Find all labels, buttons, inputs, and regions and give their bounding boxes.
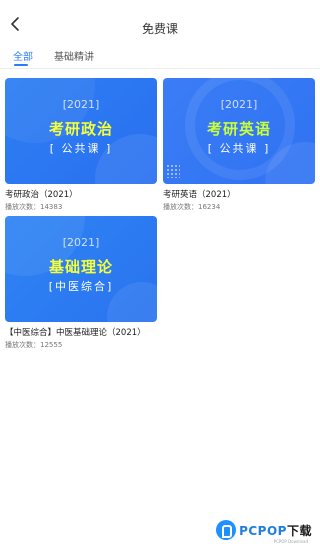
site-watermark: PCPOP下载 PCPOP Download xyxy=(216,520,312,544)
watermark-small-text: PCPOP Download xyxy=(273,539,308,544)
course-card-english[interactable]: [2021] 考研英语 [ 公共课 ] 考研英语（2021） 播放次数：1623… xyxy=(163,78,315,212)
course-cover[interactable]: [2021] 基础理论 [中医综合] xyxy=(5,216,157,322)
cover-subtitle: [中医综合] xyxy=(48,280,114,293)
tab-all[interactable]: 全部 xyxy=(13,48,33,63)
cover-title: 基础理论 xyxy=(48,258,113,276)
cover-year: [2021] xyxy=(62,98,100,111)
course-name[interactable]: 考研政治（2021） xyxy=(5,188,157,200)
tab-basic-lecture[interactable]: 基础精讲 xyxy=(54,48,94,63)
course-name[interactable]: 考研英语（2021） xyxy=(163,188,315,200)
watermark-brand: PCPOP xyxy=(239,523,287,538)
cover-subtitle: [ 公共课 ] xyxy=(207,142,271,155)
course-name[interactable]: 【中医综合】中医基础理论（2021） xyxy=(5,326,157,338)
cover-subtitle: [ 公共课 ] xyxy=(49,142,113,155)
course-cover[interactable]: [2021] 考研英语 [ 公共课 ] xyxy=(163,78,315,184)
play-count: 播放次数：12555 xyxy=(5,341,63,349)
watermark-text: PCPOP下载 xyxy=(239,522,312,539)
cover-title: 考研政治 xyxy=(48,120,113,138)
watermark-suffix: 下载 xyxy=(286,523,312,538)
play-count: 播放次数：16234 xyxy=(163,203,221,211)
pcpop-logo-icon xyxy=(216,520,237,540)
course-card-politics[interactable]: [2021] 考研政治 [ 公共课 ] 考研政治（2021） 播放次数：1438… xyxy=(5,78,157,212)
cover-year: [2021] xyxy=(220,98,258,111)
course-card-tcm-basic-theory[interactable]: [2021] 基础理论 [中医综合] 【中医综合】中医基础理论（2021） 播放… xyxy=(5,216,157,350)
cover-title: 考研英语 xyxy=(206,120,271,138)
course-cover[interactable]: [2021] 考研政治 [ 公共课 ] xyxy=(5,78,157,184)
divider xyxy=(0,68,320,69)
tab-bar: 全部 基础精讲 xyxy=(0,44,320,68)
cover-year: [2021] xyxy=(62,236,100,249)
cover-dot-pattern xyxy=(166,164,180,178)
play-count: 播放次数：14383 xyxy=(5,203,63,211)
page-title: 免费课 xyxy=(141,22,178,36)
header: 免费课 xyxy=(0,0,320,44)
active-tab-indicator xyxy=(14,64,28,66)
